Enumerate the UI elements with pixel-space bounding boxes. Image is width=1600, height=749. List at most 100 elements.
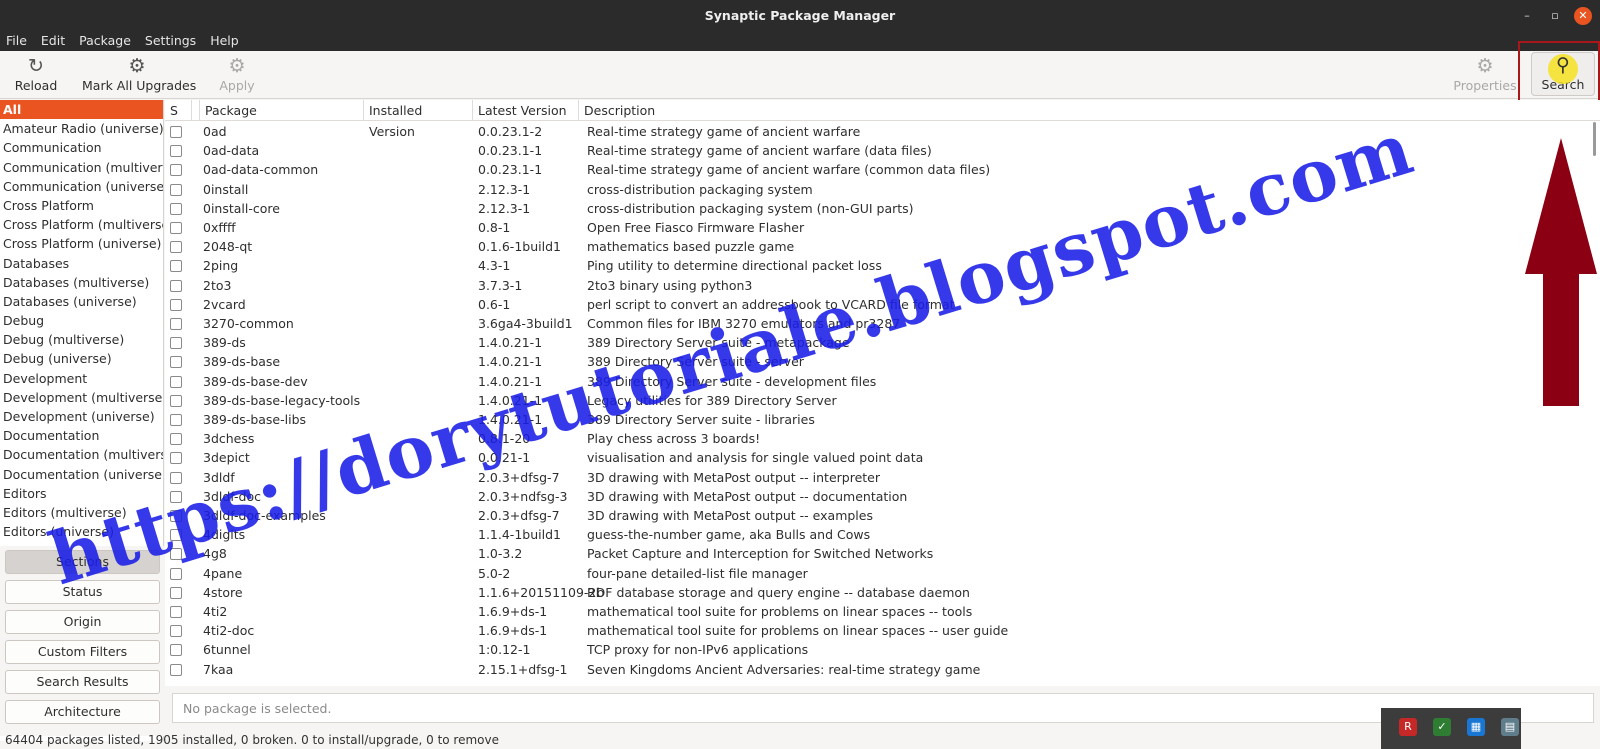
table-row[interactable]: 7kaa 2.15.1+dfsg-1 Seven Kingdoms Ancient …	[165, 660, 1600, 679]
sidebar-category[interactable]: Cross Platform (multiverse)	[0, 215, 163, 234]
table-row[interactable]: 2to3 3.7.3-1 2to3 binary using python3	[165, 276, 1600, 295]
row-checkbox[interactable]	[170, 241, 182, 254]
sidebar-category[interactable]: Databases	[0, 254, 163, 273]
row-checkbox[interactable]	[170, 606, 182, 618]
menu-edit[interactable]: Edit	[35, 31, 65, 48]
menu-file[interactable]: File	[0, 31, 27, 48]
table-row[interactable]: 389-ds-base-legacy-tools 1.4.0.21-1 Legacy…	[165, 391, 1600, 410]
sidebar-category[interactable]: Communication (multiverse)	[0, 158, 163, 177]
reload-button[interactable]: ↻ Reload	[14, 54, 58, 96]
mark-all-upgrades-button[interactable]: ⚙ Mark All Upgrades	[82, 54, 196, 96]
row-checkbox[interactable]	[170, 567, 182, 580]
table-row[interactable]: 0ad-data 0.0.23.1-1 Real-time strategy gam…	[165, 141, 1600, 160]
sidebar-category[interactable]: Editors	[0, 484, 163, 503]
row-checkbox[interactable]	[170, 375, 182, 388]
row-checkbox[interactable]	[170, 663, 182, 676]
sidebar-category[interactable]: Cross Platform (universe)	[0, 234, 163, 253]
sidebar-category[interactable]: Communication	[0, 138, 163, 157]
table-row[interactable]: 389-ds-base-dev 1.4.0.21-1 389 Directory S…	[165, 372, 1600, 391]
col-latest-version[interactable]: Latest Version	[473, 100, 579, 121]
col-description[interactable]: Description	[579, 100, 1600, 121]
sidebar-category[interactable]: All	[0, 100, 163, 120]
architecture-button[interactable]: Architecture	[5, 700, 160, 724]
tray-window-icon[interactable]: ▦	[1467, 718, 1485, 736]
row-checkbox[interactable]	[170, 433, 182, 446]
sidebar-category[interactable]: Documentation (universe)	[0, 465, 163, 484]
sidebar-category[interactable]: Debug (universe)	[0, 349, 163, 368]
row-checkbox[interactable]	[170, 145, 182, 158]
tray-drive-icon[interactable]: ▤	[1501, 718, 1519, 736]
table-row[interactable]: 0install-core 2.12.3-1 cross-distribution …	[165, 199, 1600, 218]
table-row[interactable]: 0ad 0.0.23.1-2 Real-time strategy game of …	[165, 122, 1600, 141]
row-checkbox[interactable]	[170, 202, 182, 215]
table-row[interactable]: 2048-qt 0.1.6-1build1 mathematics based pu…	[165, 237, 1600, 256]
table-row[interactable]: 4digits 1.1.4-1build1 guess-the-number gam…	[165, 525, 1600, 544]
custom-filters-button[interactable]: Custom Filters	[5, 640, 160, 664]
row-checkbox[interactable]	[170, 126, 182, 138]
sidebar-category[interactable]: Databases (multiverse)	[0, 273, 163, 292]
sidebar-category[interactable]: Editors (universe)	[0, 522, 163, 541]
table-row[interactable]: 3270-common 3.6ga4-3build1 Common files fo…	[165, 314, 1600, 333]
row-checkbox[interactable]	[170, 452, 182, 465]
table-row[interactable]: 4ti2-doc 1.6.9+ds-1 mathematical tool suit…	[165, 621, 1600, 640]
tray-shield-icon[interactable]: ✓	[1433, 718, 1451, 736]
table-row[interactable]: 389-ds-base-libs 1.4.0.21-1 389 Directory …	[165, 410, 1600, 429]
sidebar-category[interactable]: Debug	[0, 311, 163, 330]
table-row[interactable]: 3dldf-doc-examples 2.0.3+dfsg-7 3D drawing…	[165, 506, 1600, 525]
sidebar-category[interactable]: Development	[0, 369, 163, 388]
table-row[interactable]: 0install 2.12.3-1 cross-distribution packa…	[165, 180, 1600, 199]
table-row[interactable]: 2ping 4.3-1 Ping utility to determine dire…	[165, 256, 1600, 275]
maximize-icon[interactable]: ▫	[1546, 7, 1564, 25]
table-row[interactable]: 4store 1.1.6+20151109-2b RDF database stor…	[165, 583, 1600, 602]
row-checkbox[interactable]	[170, 414, 182, 426]
col-status[interactable]: S	[165, 100, 192, 121]
row-checkbox[interactable]	[170, 298, 182, 311]
sidebar-category[interactable]: Amateur Radio (universe)	[0, 119, 163, 138]
table-row[interactable]: 0ad-data-common 0.0.23.1-1 Real-time strat…	[165, 160, 1600, 179]
origin-button[interactable]: Origin	[5, 610, 160, 634]
table-row[interactable]: 0xffff 0.8-1 Open Free Fiasco Firmware Fla…	[165, 218, 1600, 237]
row-checkbox[interactable]	[170, 337, 182, 350]
row-checkbox[interactable]	[170, 471, 182, 484]
tray-app-icon[interactable]: R	[1399, 718, 1417, 736]
sidebar-category[interactable]: Cross Platform	[0, 196, 163, 215]
table-row[interactable]: 4ti2 1.6.9+ds-1 mathematical tool suite fo…	[165, 602, 1600, 621]
row-checkbox[interactable]	[170, 183, 182, 196]
sidebar-category[interactable]: Documentation (multiverse)	[0, 445, 163, 464]
table-row[interactable]: 4pane 5.0-2 four-pane detailed-list file m…	[165, 564, 1600, 583]
apply-button[interactable]: ⚙ Apply	[214, 54, 260, 96]
col-installed-version[interactable]: Installed Version	[364, 100, 473, 139]
sidebar-category[interactable]: Debug (multiverse)	[0, 330, 163, 349]
row-checkbox[interactable]	[170, 490, 182, 503]
row-checkbox[interactable]	[170, 548, 182, 561]
table-row[interactable]: 3dchess 0.8.1-20 Play chess across 3 board…	[165, 429, 1600, 448]
table-row[interactable]: 6tunnel 1:0.12-1 TCP proxy for non-IPv6 ap…	[165, 640, 1600, 659]
row-checkbox[interactable]	[170, 644, 182, 657]
row-checkbox[interactable]	[170, 260, 182, 273]
row-checkbox[interactable]	[170, 356, 182, 369]
table-row[interactable]: 4g8 1.0-3.2 Packet Capture and Interceptio…	[165, 544, 1600, 563]
menu-package[interactable]: Package	[73, 31, 131, 48]
sidebar-category[interactable]: Editors (multiverse)	[0, 503, 163, 522]
table-row[interactable]: 389-ds-base 1.4.0.21-1 389 Directory Serve…	[165, 352, 1600, 371]
sidebar-category[interactable]: Development (universe)	[0, 407, 163, 426]
row-checkbox[interactable]	[170, 164, 182, 177]
row-checkbox[interactable]	[170, 318, 182, 330]
sidebar-category[interactable]: Databases (universe)	[0, 292, 163, 311]
minimize-icon[interactable]: –	[1518, 7, 1536, 25]
menu-settings[interactable]: Settings	[139, 31, 196, 48]
table-row[interactable]: 3depict 0.0.21-1 visualisation and analysi…	[165, 448, 1600, 467]
properties-button[interactable]: ⚙ Properties	[1452, 54, 1518, 96]
sidebar-category[interactable]: Communication (universe)	[0, 177, 163, 196]
status-button[interactable]: Status	[5, 580, 160, 604]
row-checkbox[interactable]	[170, 510, 182, 522]
table-row[interactable]: 2vcard 0.6-1 perl script to convert an add…	[165, 295, 1600, 314]
menu-help[interactable]: Help	[204, 31, 239, 48]
close-icon[interactable]: ✕	[1574, 7, 1592, 25]
table-row[interactable]: 3dldf-doc 2.0.3+ndfsg-3 3D drawing with Me…	[165, 487, 1600, 506]
sections-button[interactable]: Sections	[5, 550, 160, 574]
row-checkbox[interactable]	[170, 222, 182, 234]
search-results-button[interactable]: Search Results	[5, 670, 160, 694]
row-checkbox[interactable]	[170, 394, 182, 407]
row-checkbox[interactable]	[170, 279, 182, 292]
